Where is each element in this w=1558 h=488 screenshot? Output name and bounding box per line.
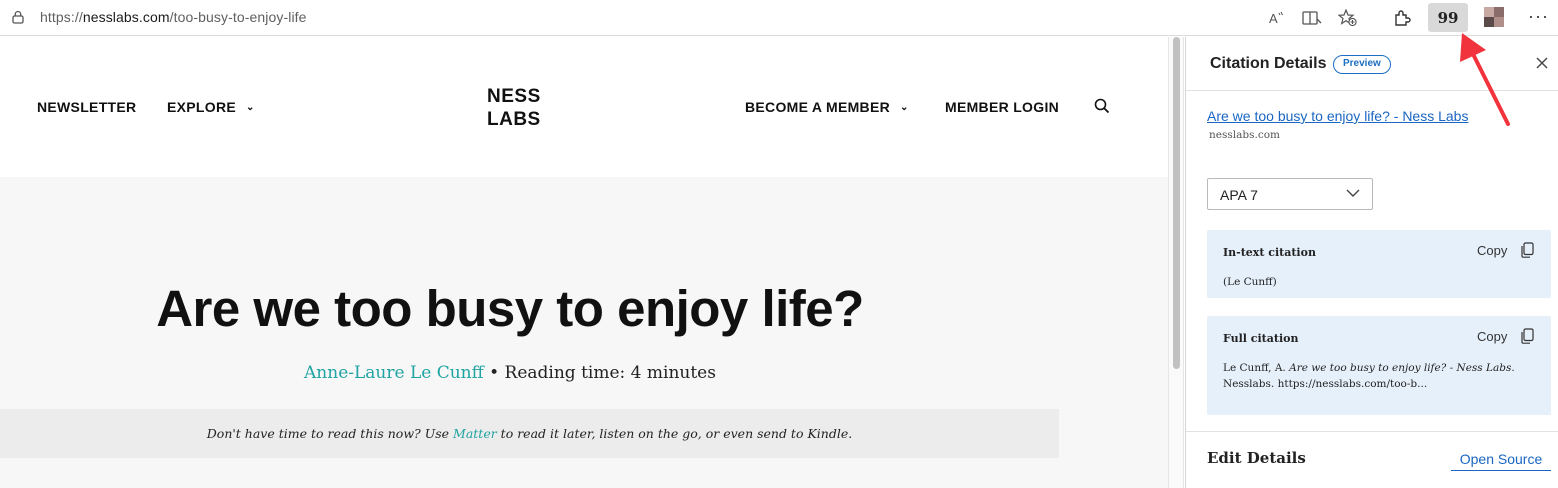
citation-button[interactable]: 99 <box>1428 3 1468 32</box>
url-path: /too-busy-to-enjoy-life <box>169 9 307 25</box>
article-byline: Anne-Laure Le Cunff • Reading time: 4 mi… <box>0 363 1020 383</box>
reading-time: • Reading time: 4 minutes <box>489 363 716 383</box>
full-copy-button[interactable]: Copy <box>1477 329 1507 344</box>
open-source-button[interactable]: Open Source <box>1451 451 1551 471</box>
close-icon[interactable] <box>1534 55 1550 71</box>
edit-details-heading: Edit Details <box>1207 449 1306 467</box>
address-bar[interactable]: https://nesslabs.com/too-busy-to-enjoy-l… <box>40 9 307 25</box>
logo-line-2: LABS <box>487 109 541 130</box>
author-link[interactable]: Anne-Laure Le Cunff <box>304 363 484 383</box>
search-icon[interactable] <box>1094 98 1110 114</box>
immersive-reader-icon[interactable] <box>1300 6 1324 30</box>
citation-style-value: APA 7 <box>1220 187 1258 203</box>
full-citation-author: Le Cunff, A. <box>1223 362 1290 374</box>
matter-link[interactable]: Matter <box>453 426 497 441</box>
copy-icon[interactable] <box>1521 242 1534 258</box>
notice-text-before: Don't have time to read this now? Use <box>206 426 454 441</box>
intext-copy-button[interactable]: Copy <box>1477 243 1507 258</box>
profile-avatar[interactable] <box>1484 7 1504 27</box>
full-citation-label: Full citation <box>1223 332 1299 345</box>
url-host: nesslabs.com <box>82 9 170 25</box>
chevron-down-icon: ⌄ <box>900 102 909 113</box>
notice-text-after: to read it later, listen on the go, or e… <box>496 426 853 441</box>
lock-icon <box>12 10 24 24</box>
web-page: NEWSLETTER EXPLORE ⌄ NESS LABS BECOME A M… <box>0 37 1168 488</box>
full-citation-box: Full citation Copy Le Cunff, A. Are we t… <box>1207 316 1551 415</box>
favorites-add-icon[interactable] <box>1336 6 1360 30</box>
page-scrollbar[interactable] <box>1168 37 1184 488</box>
intext-citation-box: In-text citation Copy (Le Cunff) <box>1207 230 1551 298</box>
panel-divider <box>1186 431 1558 432</box>
svg-text:A: A <box>1269 11 1278 26</box>
nav-member-login[interactable]: MEMBER LOGIN <box>945 99 1059 115</box>
citation-style-select[interactable]: APA 7 <box>1207 178 1373 210</box>
chevron-down-icon: ⌄ <box>246 102 255 113</box>
nav-become-member-label: BECOME A MEMBER <box>745 99 891 115</box>
site-header: NEWSLETTER EXPLORE ⌄ NESS LABS BECOME A M… <box>0 37 1168 177</box>
scrollbar-thumb[interactable] <box>1173 37 1180 369</box>
site-logo[interactable]: NESS LABS <box>487 85 541 131</box>
full-citation-text: Le Cunff, A. Are we too busy to enjoy li… <box>1223 360 1533 392</box>
full-citation-title: Are we too busy to enjoy life? - Ness La… <box>1289 362 1512 374</box>
copy-icon[interactable] <box>1521 328 1534 344</box>
nav-become-member[interactable]: BECOME A MEMBER ⌄ <box>745 99 909 115</box>
nav-explore-label: EXPLORE <box>167 99 237 115</box>
preview-badge: Preview <box>1333 55 1391 74</box>
source-title-link[interactable]: Are we too busy to enjoy life? - Ness La… <box>1207 108 1468 124</box>
chevron-down-icon <box>1346 189 1360 197</box>
url-prefix: https:// <box>40 9 83 25</box>
nav-newsletter[interactable]: NEWSLETTER <box>37 99 136 115</box>
logo-line-1: NESS <box>487 86 541 107</box>
intext-citation-label: In-text citation <box>1223 246 1316 259</box>
extensions-icon[interactable] <box>1390 6 1414 30</box>
read-aloud-icon[interactable]: A <box>1265 6 1289 30</box>
article-hero: Are we too busy to enjoy life? Anne-Laur… <box>0 177 1168 488</box>
annotation-arrow-icon <box>1460 33 1510 126</box>
browser-toolbar: https://nesslabs.com/too-busy-to-enjoy-l… <box>0 0 1558 36</box>
panel-title: Citation Details <box>1210 55 1327 72</box>
read-later-notice: Don't have time to read this now? Use Ma… <box>0 409 1059 458</box>
source-domain: nesslabs.com <box>1209 129 1280 141</box>
nav-explore[interactable]: EXPLORE ⌄ <box>167 99 255 115</box>
more-menu-icon[interactable]: ··· <box>1528 6 1549 27</box>
intext-citation-text: (Le Cunff) <box>1223 276 1277 288</box>
article-title: Are we too busy to enjoy life? <box>156 280 864 337</box>
